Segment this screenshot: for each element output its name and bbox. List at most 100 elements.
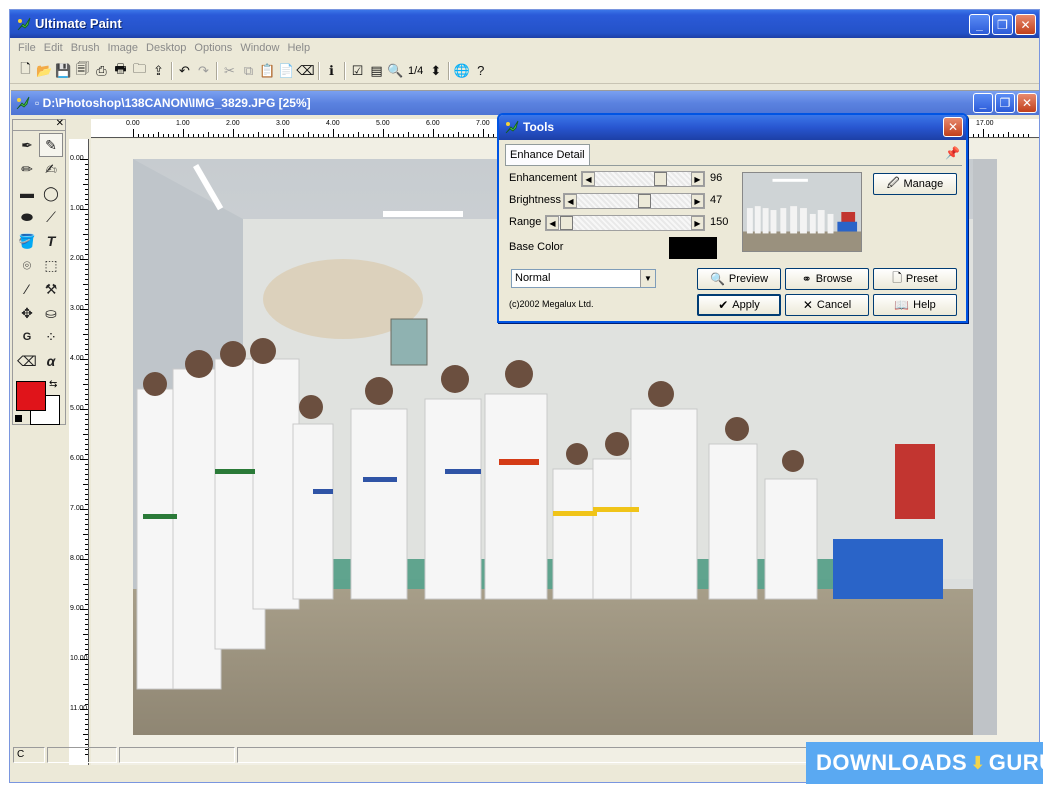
ruler-v-tick bbox=[80, 509, 88, 510]
new-file-icon[interactable]: 🗋 bbox=[16, 61, 35, 80]
paste-icon[interactable]: 📋 bbox=[258, 61, 277, 80]
slider-left-arrow-icon[interactable]: ◀ bbox=[564, 194, 577, 208]
enhancement-slider[interactable]: ◀ ▶ bbox=[581, 171, 705, 187]
slider-right-arrow-icon[interactable]: ▶ bbox=[691, 172, 704, 186]
checklist-icon[interactable]: ☑ bbox=[348, 61, 367, 80]
toolbox-close-icon[interactable]: ✕ bbox=[56, 118, 64, 129]
copy-icon[interactable]: ⧉ bbox=[239, 61, 258, 80]
menu-options[interactable]: Options bbox=[190, 42, 236, 54]
browse-button[interactable]: ⚭ Browse bbox=[785, 268, 869, 290]
slider-right-arrow-icon[interactable]: ▶ bbox=[691, 194, 704, 208]
move-tool-icon[interactable]: ✥ bbox=[15, 301, 39, 325]
slider-left-arrow-icon[interactable]: ◀ bbox=[546, 216, 559, 230]
fill-tool-icon[interactable]: 🪣 bbox=[15, 229, 39, 253]
cut-icon[interactable]: ✂ bbox=[220, 61, 239, 80]
stamp-tool-icon[interactable]: ⛀ bbox=[39, 301, 63, 325]
rectangle-tool-icon[interactable]: ▬ bbox=[15, 181, 39, 205]
ruler-h-label: 4.00 bbox=[326, 120, 340, 127]
menu-edit[interactable]: Edit bbox=[40, 42, 67, 54]
hammer-tool-icon[interactable]: ⚒ bbox=[39, 277, 63, 301]
base-color-swatch[interactable] bbox=[669, 237, 717, 259]
enhancement-slider-thumb[interactable] bbox=[654, 172, 667, 186]
doc-minimize-button[interactable]: _ bbox=[973, 93, 993, 113]
tools-close-button[interactable]: ✕ bbox=[943, 117, 963, 137]
web-icon[interactable]: 🌐 bbox=[452, 61, 471, 80]
range-slider[interactable]: ◀ ▶ bbox=[545, 215, 705, 231]
cancel-button[interactable]: ✕ Cancel bbox=[785, 294, 869, 316]
brightness-slider-thumb[interactable] bbox=[638, 194, 651, 208]
ellipse-tool-icon[interactable]: ◯ bbox=[39, 181, 63, 205]
undo-icon[interactable]: ↶ bbox=[175, 61, 194, 80]
ruler-h-tick bbox=[333, 129, 334, 137]
text-tool-icon[interactable]: T bbox=[39, 229, 63, 253]
brush-tool-icon[interactable]: ✎ bbox=[39, 133, 63, 157]
filled-ellipse-tool-icon[interactable]: ⬬ bbox=[15, 205, 39, 229]
ruler-v-tick bbox=[85, 499, 88, 500]
export-icon[interactable]: ⇪ bbox=[149, 61, 168, 80]
download-arrow-icon: ⬇ bbox=[970, 752, 986, 773]
brightness-slider[interactable]: ◀ ▶ bbox=[563, 193, 705, 209]
zoom-icon[interactable]: 🔍 bbox=[386, 61, 405, 80]
swap-colors-icon[interactable]: ⇆ bbox=[49, 379, 57, 390]
ruler-h-tick bbox=[363, 134, 364, 137]
close-button[interactable]: ✕ bbox=[1015, 14, 1036, 35]
save-icon[interactable]: 💾 bbox=[54, 61, 73, 80]
alpha-tool-icon[interactable]: α bbox=[39, 349, 63, 373]
ruler-h-tick bbox=[203, 134, 204, 137]
manage-button[interactable]: 🖉 Manage bbox=[873, 173, 957, 195]
ruler-h-tick bbox=[373, 134, 374, 137]
spray-tool-icon[interactable]: ⁘ bbox=[39, 325, 63, 349]
open-file-icon[interactable]: 📂 bbox=[35, 61, 54, 80]
doc-maximize-button[interactable]: ❐ bbox=[995, 93, 1015, 113]
ruler-v-tick bbox=[85, 254, 88, 255]
eraser-tool-icon[interactable]: ⌫ bbox=[15, 349, 39, 373]
help-context-icon[interactable]: ? bbox=[471, 61, 490, 80]
chevron-down-icon[interactable]: ▼ bbox=[640, 270, 655, 287]
foreground-color-swatch[interactable] bbox=[16, 381, 46, 411]
open-folder-icon[interactable]: 🗀 bbox=[130, 61, 149, 80]
smudge-tool-icon[interactable]: ✍ bbox=[39, 157, 63, 181]
grayscale-tool-icon[interactable]: G bbox=[15, 325, 39, 349]
print-icon[interactable]: 🖶 bbox=[111, 61, 130, 80]
cancel-button-label: Cancel bbox=[816, 299, 852, 311]
doc-close-button[interactable]: ✕ bbox=[1017, 93, 1037, 113]
minimize-button[interactable]: _ bbox=[969, 14, 990, 35]
ruler-v-tick bbox=[85, 299, 88, 300]
range-slider-thumb[interactable] bbox=[560, 216, 573, 230]
pen-tool-icon[interactable]: ✒ bbox=[15, 133, 39, 157]
slider-right-arrow-icon[interactable]: ▶ bbox=[691, 216, 704, 230]
pencil-tool-icon[interactable]: ✏ bbox=[15, 157, 39, 181]
menu-desktop[interactable]: Desktop bbox=[142, 42, 190, 54]
info-icon[interactable]: ℹ bbox=[322, 61, 341, 80]
reset-colors-icon[interactable] bbox=[15, 415, 22, 422]
apply-button[interactable]: ✔ Apply bbox=[697, 294, 781, 316]
cascade-windows-icon[interactable]: ▤ bbox=[367, 61, 386, 80]
redo-icon[interactable]: ↷ bbox=[194, 61, 213, 80]
menu-brush[interactable]: Brush bbox=[67, 42, 104, 54]
select-tool-icon[interactable]: ⬚ bbox=[39, 253, 63, 277]
ruler-v-tick bbox=[85, 619, 88, 620]
main-toolbar: 🗋 📂 💾 🗐 ⎙ 🖶 🗀 ⇪ ↶ ↷ ✂ ⧉ 📋 📄 ⌫ ℹ ☑ ▤ 🔍 1/… bbox=[10, 58, 1039, 84]
lasso-tool-icon[interactable]: ⌾ bbox=[15, 253, 39, 277]
menu-help[interactable]: Help bbox=[283, 42, 314, 54]
save-all-icon[interactable]: 🗐 bbox=[73, 61, 92, 80]
line-tool-icon[interactable]: ⟋ bbox=[39, 205, 63, 229]
menu-window[interactable]: Window bbox=[236, 42, 283, 54]
blend-mode-select[interactable]: Normal ▼ bbox=[511, 269, 656, 288]
ruler-h-tick bbox=[273, 134, 274, 137]
page-spinner-icon[interactable]: ⬍ bbox=[426, 61, 445, 80]
menu-file[interactable]: File bbox=[14, 42, 40, 54]
menu-image[interactable]: Image bbox=[103, 42, 142, 54]
preview-button[interactable]: 🔍 Preview bbox=[697, 268, 781, 290]
slider-left-arrow-icon[interactable]: ◀ bbox=[582, 172, 595, 186]
ruler-v-tick bbox=[85, 614, 88, 615]
preset-button[interactable]: 🗋 Preset bbox=[873, 268, 957, 290]
paste-new-icon[interactable]: 📄 bbox=[277, 61, 296, 80]
help-button[interactable]: 📖 Help bbox=[873, 294, 957, 316]
scan-icon[interactable]: ⎙ bbox=[92, 61, 111, 80]
pin-icon[interactable]: 📌 bbox=[945, 146, 960, 160]
maximize-button[interactable]: ❐ bbox=[992, 14, 1013, 35]
eyedropper-tool-icon[interactable]: ⁄ bbox=[15, 277, 39, 301]
eraser-toolbar-icon[interactable]: ⌫ bbox=[296, 61, 315, 80]
tab-enhance-detail[interactable]: Enhance Detail bbox=[505, 144, 590, 166]
